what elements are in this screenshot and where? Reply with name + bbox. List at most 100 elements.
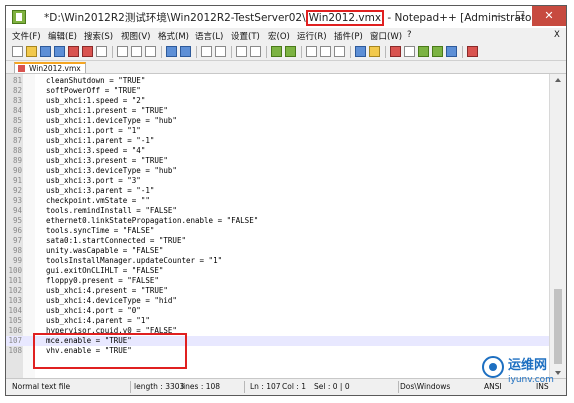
text-editor[interactable]: 81 cleanShutdown = "TRUE" 82 softPowerOff =…	[6, 74, 549, 379]
line-text: checkpoint.vmState = ""	[46, 196, 150, 205]
line-number: 90	[12, 166, 22, 175]
code-line[interactable]: 89 usb_xhci:3.present = "TRUE"	[6, 156, 549, 166]
spell-check-icon[interactable]	[467, 46, 478, 57]
menu-format[interactable]: 格式(M)	[158, 30, 189, 42]
open-file-icon[interactable]	[26, 46, 37, 57]
menu-macro[interactable]: 宏(O)	[268, 30, 290, 42]
new-file-icon[interactable]	[12, 46, 23, 57]
show-all-chars-icon[interactable]	[320, 46, 331, 57]
menu-bar: 文件(F) 编辑(E) 搜索(S) 视图(V) 格式(M) 语言(L) 设置(T…	[6, 28, 566, 44]
code-line[interactable]: 98 unity.wasCapable = "FALSE"	[6, 246, 549, 256]
code-line[interactable]: 91 usb_xhci:3.port = "3"	[6, 176, 549, 186]
save-all-icon[interactable]	[54, 46, 65, 57]
code-line[interactable]: 87 usb_xhci:1.parent = "-1"	[6, 136, 549, 146]
code-line[interactable]: 88 usb_xhci:3.speed = "4"	[6, 146, 549, 156]
copy-icon[interactable]	[131, 46, 142, 57]
sync-horizontal-icon[interactable]	[285, 46, 296, 57]
play-macro-icon[interactable]	[418, 46, 429, 57]
close-file-icon[interactable]	[68, 46, 79, 57]
code-line[interactable]: 108 vhv.enable = "TRUE"	[6, 346, 549, 356]
doc-map-icon[interactable]	[355, 46, 366, 57]
record-macro-icon[interactable]	[390, 46, 401, 57]
replace-icon[interactable]	[215, 46, 226, 57]
line-text: usb_xhci:4.parent = "1"	[46, 316, 150, 325]
code-line[interactable]: 84 usb_xhci:1.present = "TRUE"	[6, 106, 549, 116]
code-line[interactable]: 81 cleanShutdown = "TRUE"	[6, 76, 549, 86]
save-icon[interactable]	[40, 46, 51, 57]
code-line[interactable]: 93 checkpoint.vmState = ""	[6, 196, 549, 206]
line-text: floppy0.present = "FALSE"	[46, 276, 159, 285]
menu-window[interactable]: 窗口(W)	[370, 30, 402, 42]
notepadpp-window: *D:\Win2012R2测试环境\Win2012R2-TestServer02…	[5, 5, 567, 396]
line-number: 104	[8, 306, 22, 315]
menu-run[interactable]: 运行(R)	[297, 30, 327, 42]
print-icon[interactable]	[96, 46, 107, 57]
code-line[interactable]: 107 mce.enable = "TRUE"	[6, 336, 549, 346]
code-line[interactable]: 103 usb_xhci:4.deviceType = "hid"	[6, 296, 549, 306]
tab-win2012-vmx[interactable]: Win2012.vmx	[14, 62, 86, 73]
cut-icon[interactable]	[117, 46, 128, 57]
sync-vertical-icon[interactable]	[271, 46, 282, 57]
word-wrap-icon[interactable]	[306, 46, 317, 57]
line-text: usb_xhci:3.port = "3"	[46, 176, 141, 185]
undo-icon[interactable]	[166, 46, 177, 57]
run-macro-multiple-icon[interactable]	[432, 46, 443, 57]
line-text: usb_xhci:3.speed = "4"	[46, 146, 146, 155]
code-line[interactable]: 94 tools.remindInstall = "FALSE"	[6, 206, 549, 216]
close-all-icon[interactable]	[82, 46, 93, 57]
code-line[interactable]: 90 usb_xhci:3.deviceType = "hub"	[6, 166, 549, 176]
redo-icon[interactable]	[180, 46, 191, 57]
window-title: *D:\Win2012R2测试环境\Win2012R2-TestServer02…	[44, 10, 540, 26]
code-line[interactable]: 86 usb_xhci:1.port = "1"	[6, 126, 549, 136]
code-line[interactable]: 106 hypervisor.cpuid.v0 = "FALSE"	[6, 326, 549, 336]
status-length: length : 3303	[134, 382, 185, 391]
code-line[interactable]: 96 tools.syncTime = "FALSE"	[6, 226, 549, 236]
code-line[interactable]: 99 toolsInstallManager.updateCounter = "1…	[6, 256, 549, 266]
code-line[interactable]: 102 usb_xhci:4.present = "TRUE"	[6, 286, 549, 296]
line-number: 89	[12, 156, 22, 165]
title-bar: *D:\Win2012R2测试环境\Win2012R2-TestServer02…	[6, 6, 566, 29]
menu-settings[interactable]: 设置(T)	[231, 30, 260, 42]
menu-close-doc[interactable]: X	[554, 30, 560, 40]
code-line[interactable]: 83 usb_xhci:1.speed = "2"	[6, 96, 549, 106]
scroll-up-icon[interactable]	[555, 78, 561, 82]
menu-help[interactable]: ?	[407, 30, 412, 40]
stop-macro-icon[interactable]	[404, 46, 415, 57]
indent-guide-icon[interactable]	[334, 46, 345, 57]
menu-view[interactable]: 视图(V)	[121, 30, 150, 42]
code-line[interactable]: 101 floppy0.present = "FALSE"	[6, 276, 549, 286]
vertical-scrollbar[interactable]	[549, 74, 566, 379]
code-line[interactable]: 100 gui.exitOnCLIHLT = "FALSE"	[6, 266, 549, 276]
menu-file[interactable]: 文件(F)	[12, 30, 41, 42]
code-line[interactable]: 92 usb_xhci:3.parent = "-1"	[6, 186, 549, 196]
maximize-button[interactable]: ☐	[509, 6, 531, 26]
find-icon[interactable]	[201, 46, 212, 57]
function-list-icon[interactable]	[369, 46, 380, 57]
status-eol: Dos\Windows	[400, 382, 451, 391]
line-text: unity.wasCapable = "FALSE"	[46, 246, 164, 255]
code-line[interactable]: 95 ethernet0.linkStatePropagation.enable …	[6, 216, 549, 226]
zoom-out-icon[interactable]	[250, 46, 261, 57]
code-line[interactable]: 104 usb_xhci:4.port = "0"	[6, 306, 549, 316]
zoom-in-icon[interactable]	[236, 46, 247, 57]
menu-search[interactable]: 搜索(S)	[84, 30, 113, 42]
code-line[interactable]: 82 softPowerOff = "TRUE"	[6, 86, 549, 96]
menu-plugins[interactable]: 插件(P)	[334, 30, 363, 42]
minimize-button[interactable]: —	[486, 6, 508, 26]
close-button[interactable]: ✕	[532, 6, 566, 26]
paste-icon[interactable]	[145, 46, 156, 57]
code-line[interactable]: 97 sata0:1.startConnected = "TRUE"	[6, 236, 549, 246]
line-number: 81	[12, 76, 22, 85]
line-number: 87	[12, 136, 22, 145]
line-text: usb_xhci:1.parent = "-1"	[46, 136, 155, 145]
line-text: gui.exitOnCLIHLT = "FALSE"	[46, 266, 164, 275]
code-line[interactable]: 85 usb_xhci:1.deviceType = "hub"	[6, 116, 549, 126]
line-number: 95	[12, 216, 22, 225]
save-macro-icon[interactable]	[446, 46, 457, 57]
watermark-subtext: iyunv.com	[508, 375, 554, 385]
toolbar-separator	[196, 46, 197, 58]
code-line[interactable]: 105 usb_xhci:4.parent = "1"	[6, 316, 549, 326]
menu-edit[interactable]: 编辑(E)	[48, 30, 77, 42]
menu-language[interactable]: 语言(L)	[195, 30, 223, 42]
toolbar	[6, 44, 566, 61]
